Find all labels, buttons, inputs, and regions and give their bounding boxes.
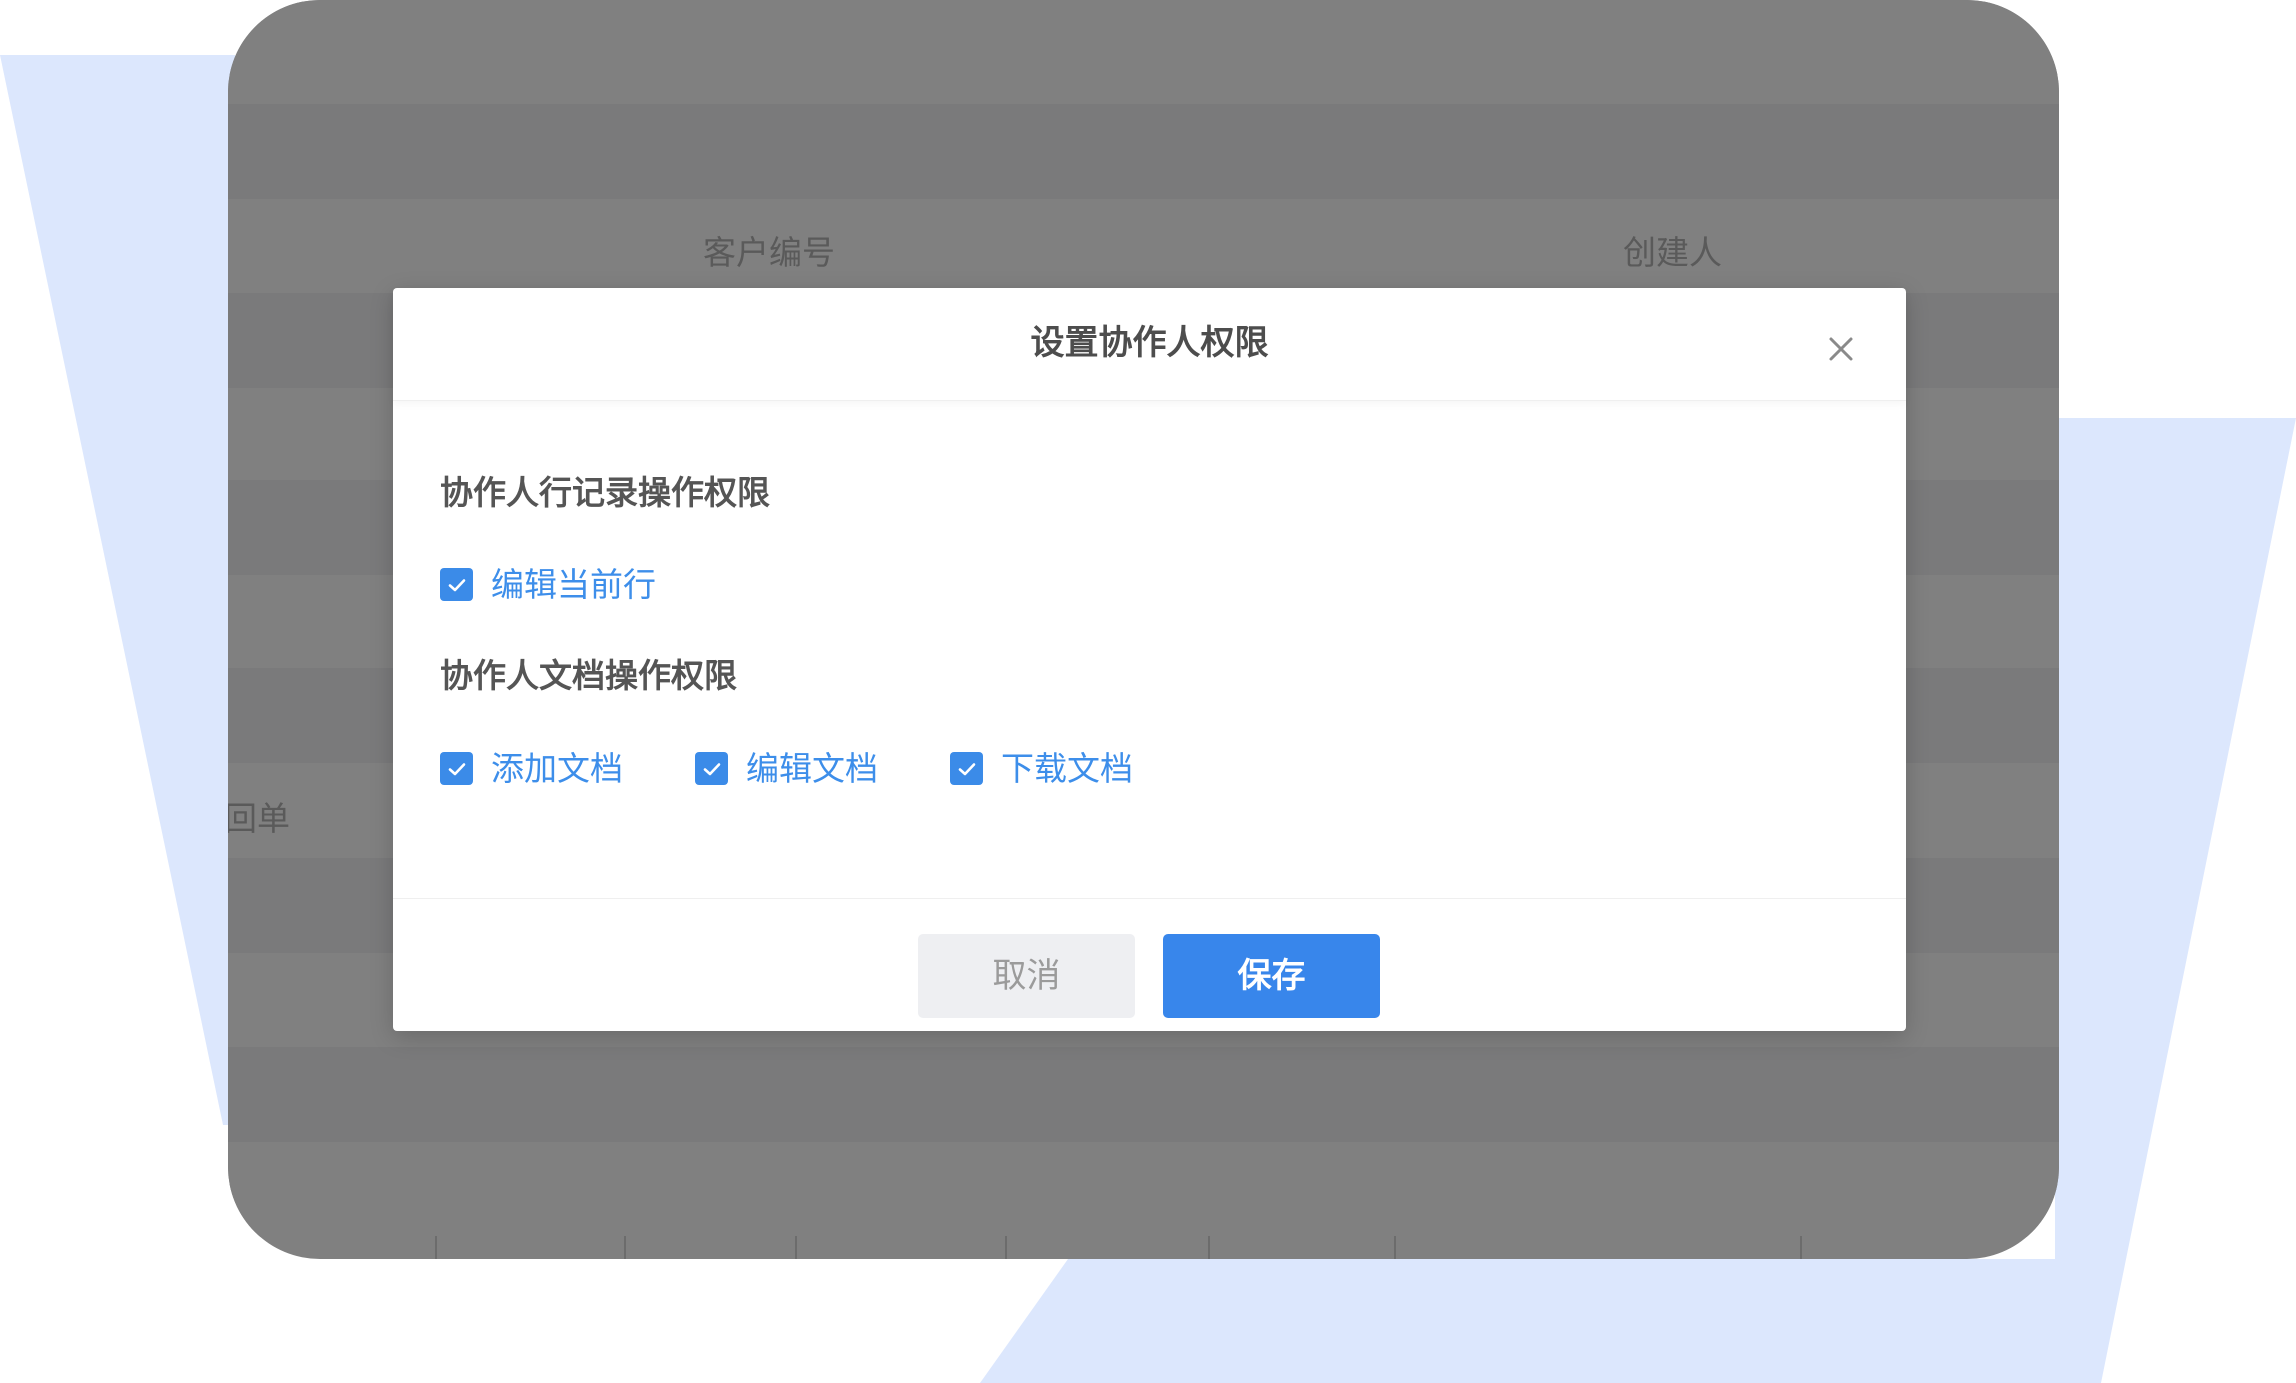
column-header-creator: 创建人	[1623, 233, 1722, 272]
dialog-header: 设置协作人权限	[393, 288, 1906, 401]
checkbox-edit-current-row[interactable]: 编辑当前行	[440, 568, 656, 601]
checkbox-checked-icon[interactable]	[695, 752, 728, 785]
section-label-row-permissions: 协作人行记录操作权限	[440, 473, 770, 512]
collaborator-permission-dialog: 设置协作人权限 协作人行记录操作权限 编辑当前行 协作人文档操作权限 添加文档 …	[393, 288, 1906, 1031]
close-icon	[1829, 337, 1853, 361]
checkbox-label: 下载文档	[1001, 749, 1133, 788]
checkbox-add-document[interactable]: 添加文档	[440, 752, 623, 785]
column-header-customer-id: 客户编号	[703, 233, 835, 272]
checkbox-label: 添加文档	[491, 749, 623, 788]
checkbox-label: 编辑文档	[746, 749, 878, 788]
checkbox-checked-icon[interactable]	[440, 568, 473, 601]
cancel-button[interactable]: 取消	[918, 934, 1135, 1018]
row-fragment-text: 回单	[228, 799, 290, 838]
checkbox-checked-icon[interactable]	[440, 752, 473, 785]
close-button[interactable]	[1823, 331, 1859, 367]
checkbox-edit-document[interactable]: 编辑文档	[695, 752, 878, 785]
checkbox-download-document[interactable]: 下载文档	[950, 752, 1133, 785]
dialog-footer: 取消 保存	[393, 898, 1906, 1032]
save-button[interactable]: 保存	[1163, 934, 1380, 1018]
checkbox-checked-icon[interactable]	[950, 752, 983, 785]
checkbox-label: 编辑当前行	[491, 565, 656, 604]
table-column-dividers	[228, 1236, 2059, 1259]
section-label-document-permissions: 协作人文档操作权限	[440, 656, 737, 695]
dialog-title: 设置协作人权限	[1030, 323, 1269, 363]
